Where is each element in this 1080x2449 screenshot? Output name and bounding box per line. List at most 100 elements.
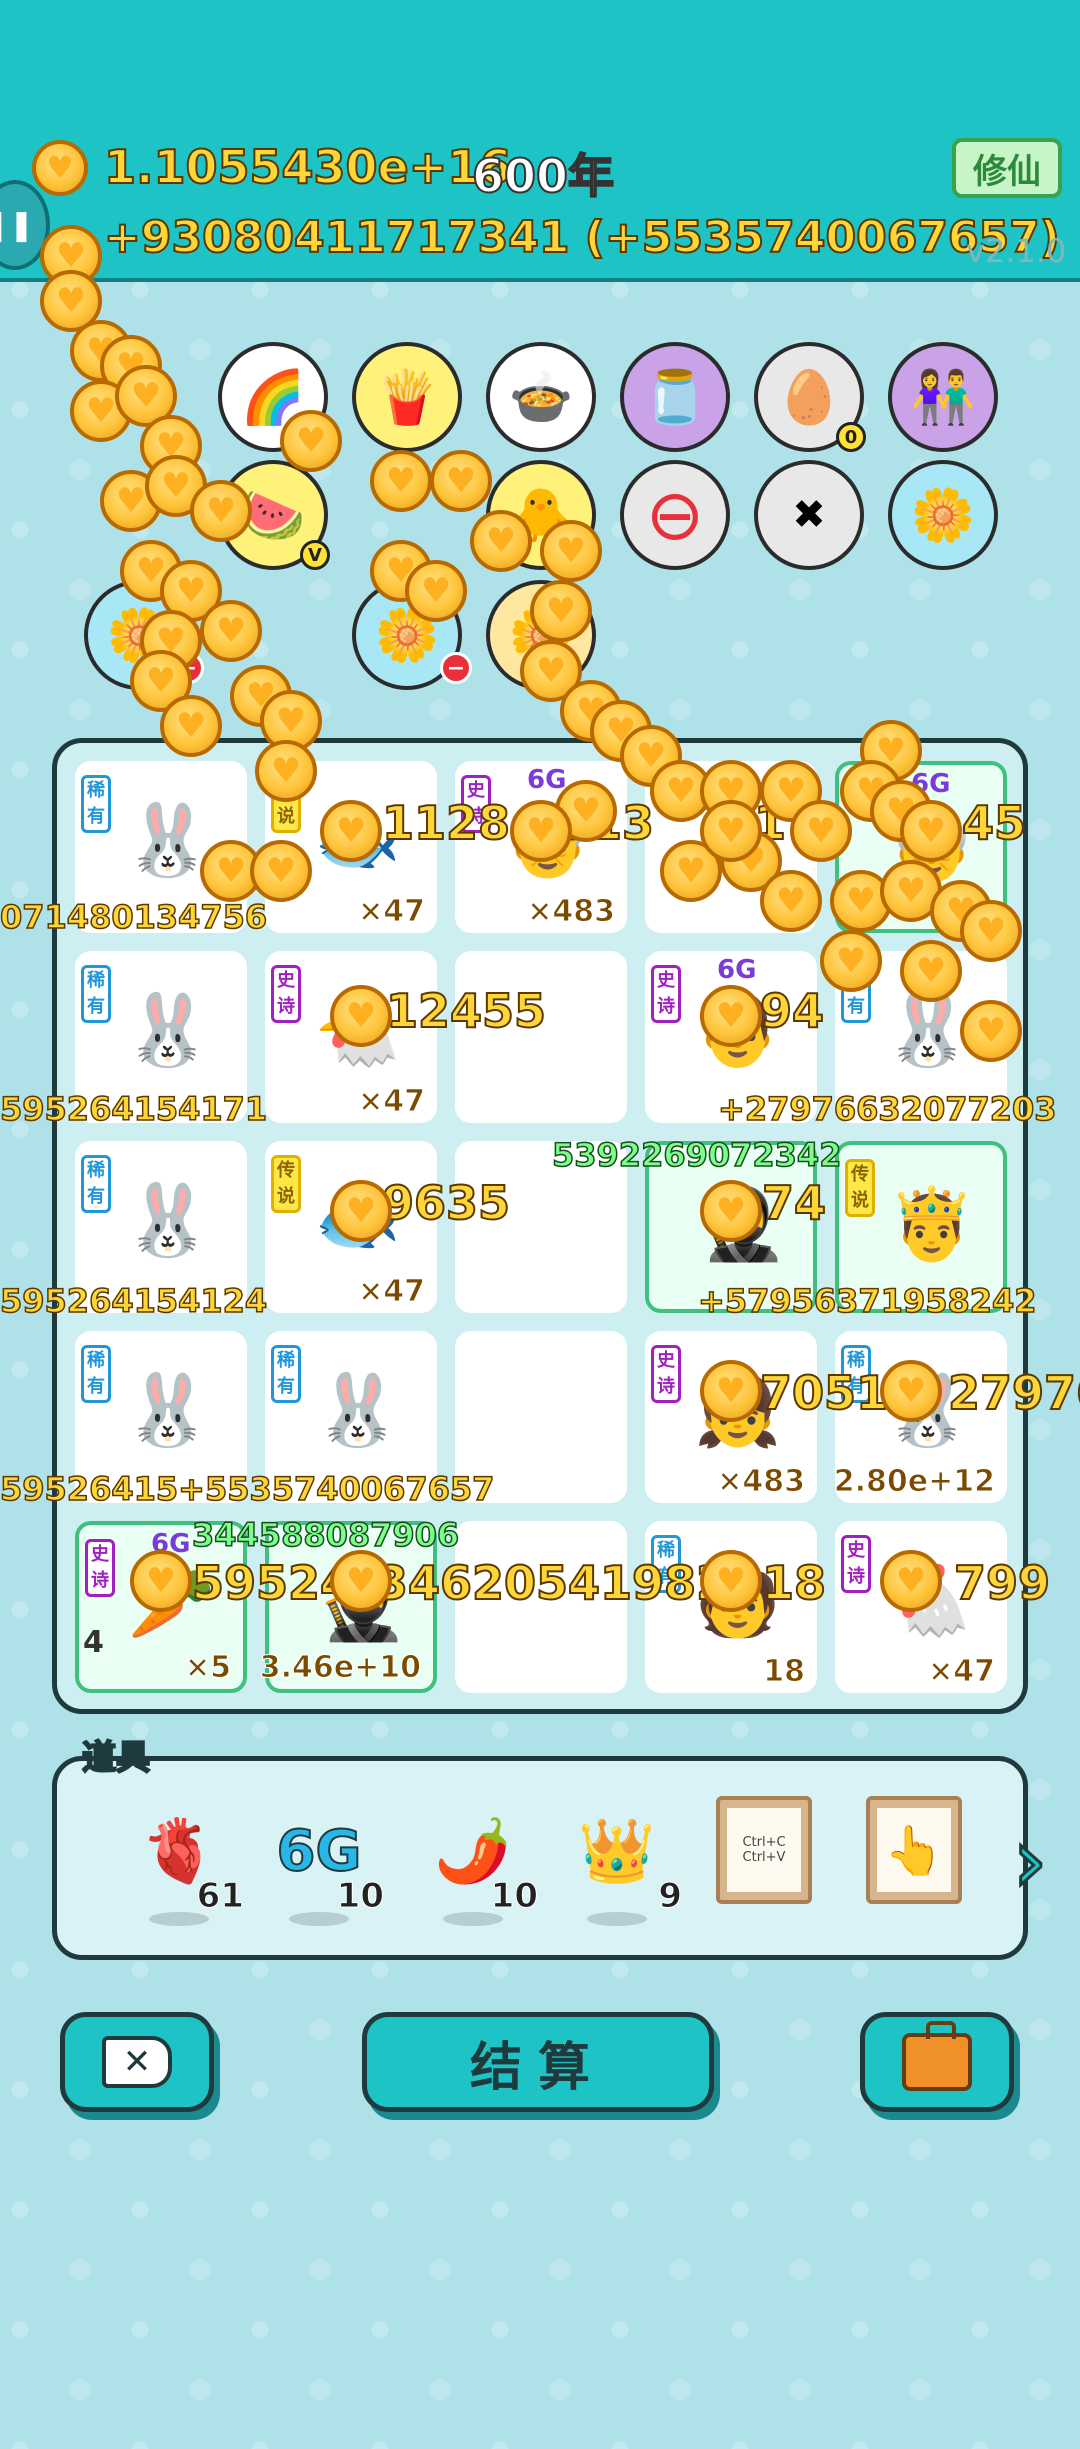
coin-icon <box>960 1000 1022 1062</box>
jar-skill-button[interactable]: 🫙 <box>620 342 730 452</box>
pot-skill-button[interactable]: 🍲 <box>486 342 596 452</box>
next-items-button[interactable]: › <box>1000 1807 1060 1913</box>
coin-icon <box>700 800 762 862</box>
delete-skill-button[interactable]: ✖ <box>754 460 864 570</box>
cell-count: ×47 <box>928 1654 996 1690</box>
character-avatar: 🐰 <box>124 1178 212 1261</box>
cell-count: ×483 <box>527 894 616 930</box>
coin-icon <box>32 140 88 196</box>
six-g-item[interactable]: 6G 10 <box>264 1796 385 1946</box>
flower-skill-icon: 🌼 <box>910 485 976 546</box>
coin-icon <box>700 1180 762 1242</box>
delete-icon: ✕ <box>102 2036 172 2088</box>
floating-number: 5392269072342 <box>551 1135 842 1175</box>
item-count: 10 <box>490 1876 538 1917</box>
skill-badge: 0 <box>836 422 866 452</box>
coin-icon <box>880 1550 942 1612</box>
coin-icon <box>790 800 852 862</box>
floating-number: 595264154171 <box>0 1089 268 1129</box>
pause-icon: ❚❚ <box>0 207 34 243</box>
couple-skill-icon: 👫 <box>910 367 976 428</box>
cell-count: ×5 <box>184 1650 231 1686</box>
coin-icon <box>820 930 882 992</box>
floating-number: +27976632077203 <box>717 1089 1057 1129</box>
egg-tray-skill-icon: 🥚 <box>776 367 842 428</box>
floating-number: 45 <box>961 795 1027 851</box>
coin-icon <box>405 560 467 622</box>
character-avatar: 🐰 <box>124 988 212 1071</box>
coin-icon <box>190 480 252 542</box>
coin-icon <box>700 1550 762 1612</box>
coin-icon <box>700 985 762 1047</box>
copy-paste-item-frame: Ctrl+C Ctrl+V <box>716 1796 812 1904</box>
pointer-item[interactable]: 👆 <box>862 1796 982 1946</box>
coin-icon <box>370 450 432 512</box>
floating-number: +57956371958242 <box>697 1281 1037 1321</box>
six-g-badge: 6G <box>717 955 757 985</box>
coin-icon <box>255 740 317 802</box>
rarity-tag: 稀有 <box>81 965 111 1023</box>
settle-label: 结算 <box>469 2037 606 2098</box>
coin-icon <box>330 985 392 1047</box>
character-avatar: 🤴 <box>888 1182 976 1265</box>
cell-count: ×47 <box>358 1084 426 1120</box>
floating-number: 12455 <box>385 983 547 1039</box>
delete-button[interactable]: ✕ <box>60 2012 214 2112</box>
pointer-item-frame: 👆 <box>866 1796 962 1904</box>
cell-count: ×47 <box>358 1274 426 1310</box>
fries-skill-button[interactable]: 🍟 <box>352 342 462 452</box>
liver-item[interactable]: 🫀 61 <box>124 1796 245 1946</box>
years-counter: 600年 <box>471 148 615 204</box>
floating-number: 9635 <box>381 1175 511 1231</box>
floating-number: 595264154124 <box>0 1281 268 1321</box>
chili-item[interactable]: 🌶️ 10 <box>418 1796 539 1946</box>
item-count: 61 <box>196 1876 244 1917</box>
character-avatar: 🐰 <box>314 1368 402 1451</box>
chevron-right-icon: › <box>1011 1807 1049 1913</box>
minus-skill-button[interactable]: ⊖ <box>620 460 730 570</box>
bag-button[interactable] <box>860 2012 1014 2112</box>
rarity-tag: 传说 <box>271 1155 301 1213</box>
floating-number: 27976 <box>947 1365 1080 1421</box>
floating-number: 34620541982 <box>375 1555 729 1611</box>
minus-skill-icon: ⊖ <box>645 474 705 556</box>
jar-skill-icon: 🫙 <box>642 367 708 428</box>
coin-icon <box>960 900 1022 962</box>
copy-paste-item[interactable]: Ctrl+C Ctrl+V <box>712 1796 832 1946</box>
item-count: 9 <box>658 1876 683 1917</box>
crown-item-icon: 👑 <box>578 1814 656 1887</box>
delete-skill-icon: ✖ <box>792 492 826 538</box>
crown-item[interactable]: 👑 9 <box>562 1796 682 1946</box>
floating-number: 18 <box>761 1555 827 1611</box>
coin-icon <box>880 1360 942 1422</box>
coin-icon <box>470 510 532 572</box>
cell-count: ×483 <box>717 1464 806 1500</box>
floating-number: 071480134756 <box>0 897 268 937</box>
coin-icon <box>160 695 222 757</box>
settle-button[interactable]: 结算 <box>362 2012 714 2112</box>
coin-icon <box>510 800 572 862</box>
floating-number: 94 <box>759 983 825 1039</box>
coin-icon <box>320 800 382 862</box>
rarity-tag: 史诗 <box>841 1535 871 1593</box>
floating-number: 74 <box>761 1175 827 1231</box>
xiuxian-button[interactable]: 修仙 <box>952 138 1062 198</box>
rarity-tag: 史诗 <box>651 1345 681 1403</box>
egg-tray-skill-button[interactable]: 🥚 0 <box>754 342 866 452</box>
couple-skill-button[interactable]: 👫 <box>888 342 998 452</box>
top-header: 1.1055430e+16 600年 +93080411717341 (+553… <box>0 0 1080 282</box>
floating-number: 59524 <box>191 1555 353 1611</box>
item-count: 10 <box>336 1876 384 1917</box>
coin-icon <box>900 800 962 862</box>
coin-icon <box>540 520 602 582</box>
coin-icon <box>330 1180 392 1242</box>
coin-icon <box>430 450 492 512</box>
flower-skill-button[interactable]: 🌼 <box>888 460 998 570</box>
pot-skill-icon: 🍲 <box>508 367 574 428</box>
rarity-tag: 稀有 <box>81 775 111 833</box>
rarity-tag: 传说 <box>845 1159 875 1217</box>
coin-total: 1.1055430e+16 <box>103 139 512 195</box>
coin-icon <box>700 1360 762 1422</box>
coin-icon <box>200 600 262 662</box>
cell-count: 2.80e+12 <box>833 1464 995 1500</box>
